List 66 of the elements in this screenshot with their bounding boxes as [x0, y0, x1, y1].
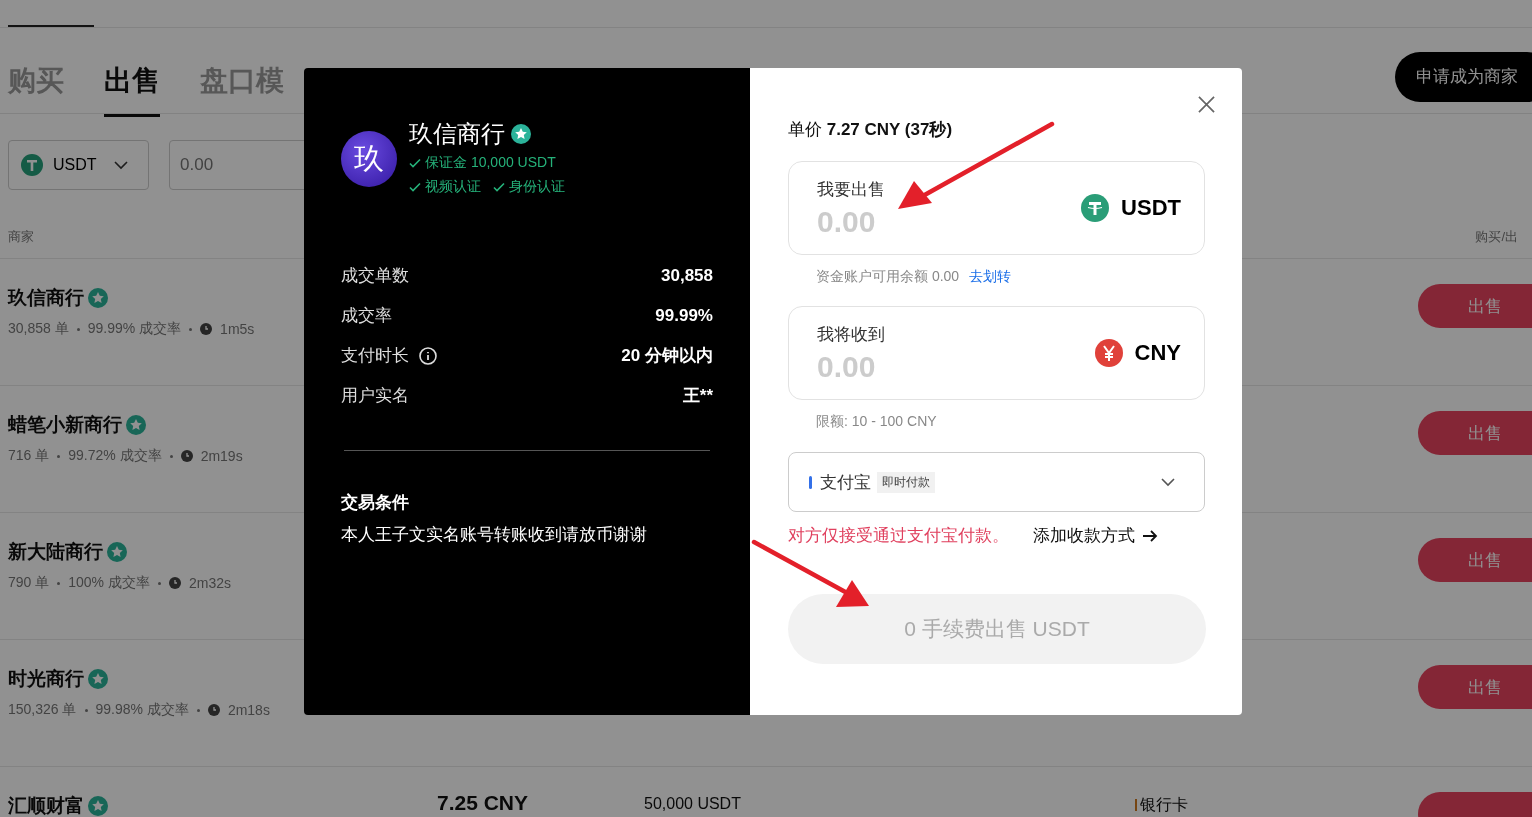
stat-label: 成交率 — [341, 305, 392, 327]
clock-icon — [168, 577, 181, 589]
terms-title: 交易条件 — [341, 492, 410, 514]
stat-value: 20 分钟以内 — [621, 345, 713, 367]
clock-icon — [200, 323, 213, 335]
stat-label: 成交单数 — [341, 265, 409, 287]
transfer-link[interactable]: 去划转 — [969, 268, 1012, 286]
verification-text: 视频认证 — [425, 178, 481, 196]
price-text: 7.25 CNY — [437, 791, 529, 814]
stat-label: 用户实名 — [341, 385, 409, 407]
limit-text: 限额: 10 - 100 CNY — [816, 413, 937, 431]
merchant-name[interactable]: 蜡笔小新商行 — [8, 412, 122, 438]
chevron-down-icon — [112, 160, 129, 170]
completion-rate: 99.72% 成交率 — [68, 447, 162, 465]
check-icon — [493, 181, 505, 193]
check-icon — [409, 181, 421, 193]
balance-text: 资金账户可用余额 0.00 — [816, 268, 960, 286]
field-label: 我将收到 — [817, 323, 886, 346]
pay-time: 1m5s — [220, 321, 255, 337]
merchant-avatar: 玖 — [341, 131, 397, 187]
clock-icon — [207, 704, 220, 716]
merchant-name[interactable]: 新大陆商行 — [8, 539, 103, 565]
column-header: 购买/出 — [1475, 228, 1518, 246]
page-tab[interactable]: 出售 — [104, 40, 160, 117]
field-label: 我要出售 — [817, 178, 886, 201]
info-icon[interactable] — [419, 346, 437, 365]
completion-rate: 99.98% 成交率 — [95, 701, 189, 719]
add-payment-link[interactable]: 添加收款方式 — [1033, 524, 1158, 547]
stat-value: 30,858 — [661, 265, 713, 286]
clock-icon — [180, 450, 193, 462]
terms-text: 本人王子文实名账号转账收到请放币谢谢 — [341, 524, 648, 546]
currency-label: CNY — [1134, 340, 1181, 366]
merchant-name: 玖信商行 — [409, 119, 505, 149]
coin-select[interactable]: USDT — [8, 140, 149, 190]
apply-merchant-button[interactable]: 申请成为商家 — [1395, 51, 1532, 102]
column-header: 商家 — [8, 228, 34, 246]
order-count: 30,858 单 — [8, 320, 69, 338]
merchant-name[interactable]: 时光商行 — [8, 666, 84, 692]
pay-time: 2m19s — [200, 448, 243, 464]
stat-label: 支付时长 — [341, 345, 409, 367]
verification-text: 保证金 10,000 USDT — [425, 154, 556, 172]
stat-value: 99.99% — [655, 305, 713, 326]
order-count: 716 单 — [8, 447, 50, 465]
pay-time: 2m18s — [227, 702, 270, 718]
check-icon — [409, 157, 421, 169]
arrow-right-icon — [1142, 529, 1158, 542]
verification-text: 身份认证 — [509, 178, 565, 196]
currency-label: USDT — [1121, 195, 1181, 221]
yen-coin-icon — [1094, 339, 1123, 367]
completion-rate: 100% 成交率 — [68, 574, 150, 592]
unit-price: 单价 7.27 CNY (37秒) — [788, 119, 954, 141]
pay-time: 2m32s — [188, 575, 231, 591]
stat-value: 王** — [682, 385, 713, 407]
merchant-name[interactable]: 玖信商行 — [8, 285, 84, 311]
tether-coin-icon — [1081, 194, 1110, 222]
payment-select[interactable]: 支付宝 即时付款 — [788, 452, 1205, 512]
order-count: 150,326 单 — [8, 701, 77, 719]
completion-rate: 99.99% 成交率 — [87, 320, 182, 338]
limit-text: 50,000 USDT — [644, 795, 741, 812]
warning-text: 对方仅接受通过支付宝付款。 — [788, 525, 1009, 547]
merchant-name[interactable]: 汇顺财富 — [8, 793, 84, 817]
order-count: 790 单 — [8, 574, 50, 592]
chevron-down-icon — [1160, 477, 1176, 487]
tether-coin-icon — [21, 154, 43, 176]
payment-method: 银行卡 — [1140, 795, 1188, 815]
close-icon[interactable] — [1198, 96, 1215, 113]
